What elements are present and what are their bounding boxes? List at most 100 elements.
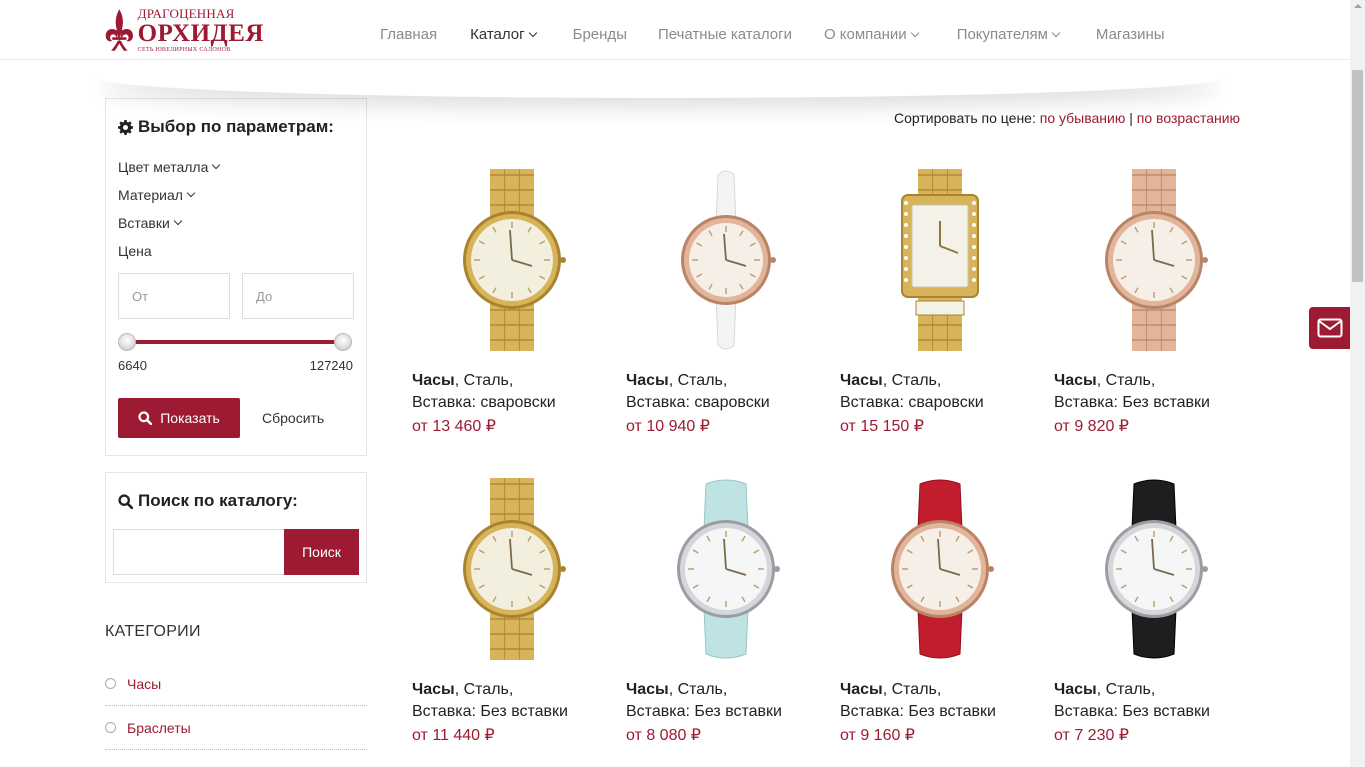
product-name: Часы (840, 681, 883, 698)
product-material: , Сталь, (1096, 681, 1156, 698)
logo-line3: СЕТЬ ЮВЕЛИРНЫХ САЛОНОВ (137, 47, 231, 53)
product-name: Часы (412, 372, 455, 389)
feedback-mail-button[interactable] (1309, 307, 1350, 349)
product-price: от 15 150 ₽ (840, 418, 924, 435)
filter-metal-color[interactable]: Цвет металла (118, 159, 221, 175)
product-material: , Сталь, (454, 681, 514, 698)
product-name: Часы (626, 681, 669, 698)
product-image[interactable] (626, 474, 826, 664)
chevron-down-icon (910, 28, 919, 37)
catalog-search-input[interactable] (113, 529, 285, 575)
product-image[interactable] (1054, 474, 1254, 664)
logo[interactable]: ДРАГОЦЕННАЯ ОРХИДЕЯ СЕТЬ ЮВЕЛИРНЫХ САЛОН… (104, 3, 264, 57)
product-image[interactable] (412, 474, 612, 664)
search-icon (138, 411, 153, 425)
category-item-watches[interactable]: Часы (105, 662, 367, 706)
bullet-circle-icon (105, 678, 116, 689)
show-button[interactable]: Показать (118, 398, 240, 438)
product-price: от 10 940 ₽ (626, 418, 710, 435)
categories-title: КАТЕГОРИИ (105, 623, 201, 640)
product-title[interactable]: Часы, Сталь, (1054, 372, 1155, 390)
fleur-de-lis-icon (105, 9, 133, 51)
filter-price-label: Цена (118, 243, 152, 259)
nav-item-print-catalogs[interactable]: Печатные каталоги (658, 26, 792, 43)
product-name: Часы (626, 372, 669, 389)
chevron-down-icon (528, 28, 537, 37)
search-icon (118, 493, 133, 509)
product-price: от 11 440 ₽ (412, 727, 495, 744)
chevron-down-icon (1051, 28, 1061, 37)
chevron-down-icon (186, 188, 196, 198)
price-slider-max-handle[interactable] (334, 333, 352, 351)
page-scrollbar[interactable] (1350, 0, 1365, 767)
scroll-thumb[interactable] (1352, 70, 1363, 282)
product-material: , Сталь, (882, 372, 942, 389)
nav-item-about[interactable]: О компании (824, 26, 919, 43)
logo-line1: ДРАГОЦЕННАЯ (137, 6, 235, 21)
product-title[interactable]: Часы, Сталь, (1054, 681, 1155, 699)
chevron-down-icon (212, 160, 221, 170)
main-nav: Главная Каталог Бренды Печатные каталоги… (380, 26, 1165, 43)
category-item-next[interactable] (105, 750, 367, 767)
product-image[interactable] (1054, 165, 1254, 355)
nav-item-home[interactable]: Главная (380, 26, 437, 43)
product-image[interactable] (412, 165, 612, 355)
filter-inserts[interactable]: Вставки (118, 215, 183, 231)
sort-asc-link[interactable]: по возрастанию (1137, 110, 1240, 126)
product-insert: Вставка: Без вставки (1054, 394, 1210, 411)
product-insert: Вставка: Без вставки (840, 703, 996, 720)
product-image[interactable] (840, 474, 1040, 664)
sort-desc-link[interactable]: по убыванию (1040, 110, 1126, 126)
catalog-search-button[interactable]: Поиск (284, 529, 359, 575)
product-insert: Вставка: Без вставки (412, 703, 568, 720)
product-image[interactable] (840, 165, 1040, 355)
product-title[interactable]: Часы, Сталь, (840, 681, 941, 699)
product-name: Часы (1054, 372, 1097, 389)
product-image[interactable] (626, 165, 826, 355)
price-min-value: 6640 (118, 358, 147, 373)
product-title[interactable]: Часы, Сталь, (626, 372, 727, 390)
product-name: Часы (840, 372, 883, 389)
price-slider-min-handle[interactable] (118, 333, 136, 351)
product-title[interactable]: Часы, Сталь, (412, 372, 513, 390)
filter-material[interactable]: Материал (118, 187, 196, 203)
product-title[interactable]: Часы, Сталь, (840, 372, 941, 390)
chevron-down-icon (173, 216, 183, 226)
product-insert: Вставка: сваровски (412, 394, 556, 411)
nav-item-catalog[interactable]: Каталог (470, 26, 537, 43)
sort-separator: | (1129, 110, 1133, 126)
price-max-value: 127240 (309, 358, 353, 373)
scroll-up-arrow-icon[interactable] (1354, 4, 1362, 8)
nav-item-brands[interactable]: Бренды (573, 26, 627, 43)
price-to-input[interactable]: До (242, 273, 354, 319)
category-item-bracelets[interactable]: Браслеты (105, 706, 367, 750)
product-material: , Сталь, (1096, 372, 1156, 389)
product-price: от 7 230 ₽ (1054, 727, 1129, 744)
product-insert: Вставка: сваровски (626, 394, 770, 411)
catalog-search-panel: Поиск по каталогу: Поиск (105, 472, 367, 583)
header-shadow (100, 78, 1220, 98)
product-name: Часы (1054, 681, 1097, 698)
filter-panel: Выбор по параметрам: Цвет металла Матери… (105, 98, 367, 456)
product-price: от 9 820 ₽ (1054, 418, 1129, 435)
nav-item-buyers[interactable]: Покупателям (957, 26, 1061, 43)
sort-bar: Сортировать по цене: по убыванию | по во… (894, 110, 1240, 126)
nav-item-stores[interactable]: Магазины (1096, 26, 1165, 43)
product-material: , Сталь, (668, 681, 728, 698)
reset-button[interactable]: Сбросить (262, 410, 324, 426)
envelope-icon (1317, 318, 1342, 338)
search-title: Поиск по каталогу: (118, 491, 298, 511)
product-title[interactable]: Часы, Сталь, (626, 681, 727, 699)
sort-label: Сортировать по цене: (894, 110, 1036, 126)
product-material: , Сталь, (668, 372, 728, 389)
logo-line2: ОРХИДЕЯ (137, 20, 264, 47)
product-material: , Сталь, (454, 372, 514, 389)
logo-text: ДРАГОЦЕННАЯ ОРХИДЕЯ СЕТЬ ЮВЕЛИРНЫХ САЛОН… (138, 7, 264, 53)
price-from-input[interactable]: От (118, 273, 230, 319)
product-price: от 13 460 ₽ (412, 418, 496, 435)
product-insert: Вставка: Без вставки (1054, 703, 1210, 720)
product-insert: Вставка: сваровски (840, 394, 984, 411)
product-title[interactable]: Часы, Сталь, (412, 681, 513, 699)
site-header: ДРАГОЦЕННАЯ ОРХИДЕЯ СЕТЬ ЮВЕЛИРНЫХ САЛОН… (0, 0, 1350, 60)
price-slider-track[interactable] (126, 340, 344, 344)
